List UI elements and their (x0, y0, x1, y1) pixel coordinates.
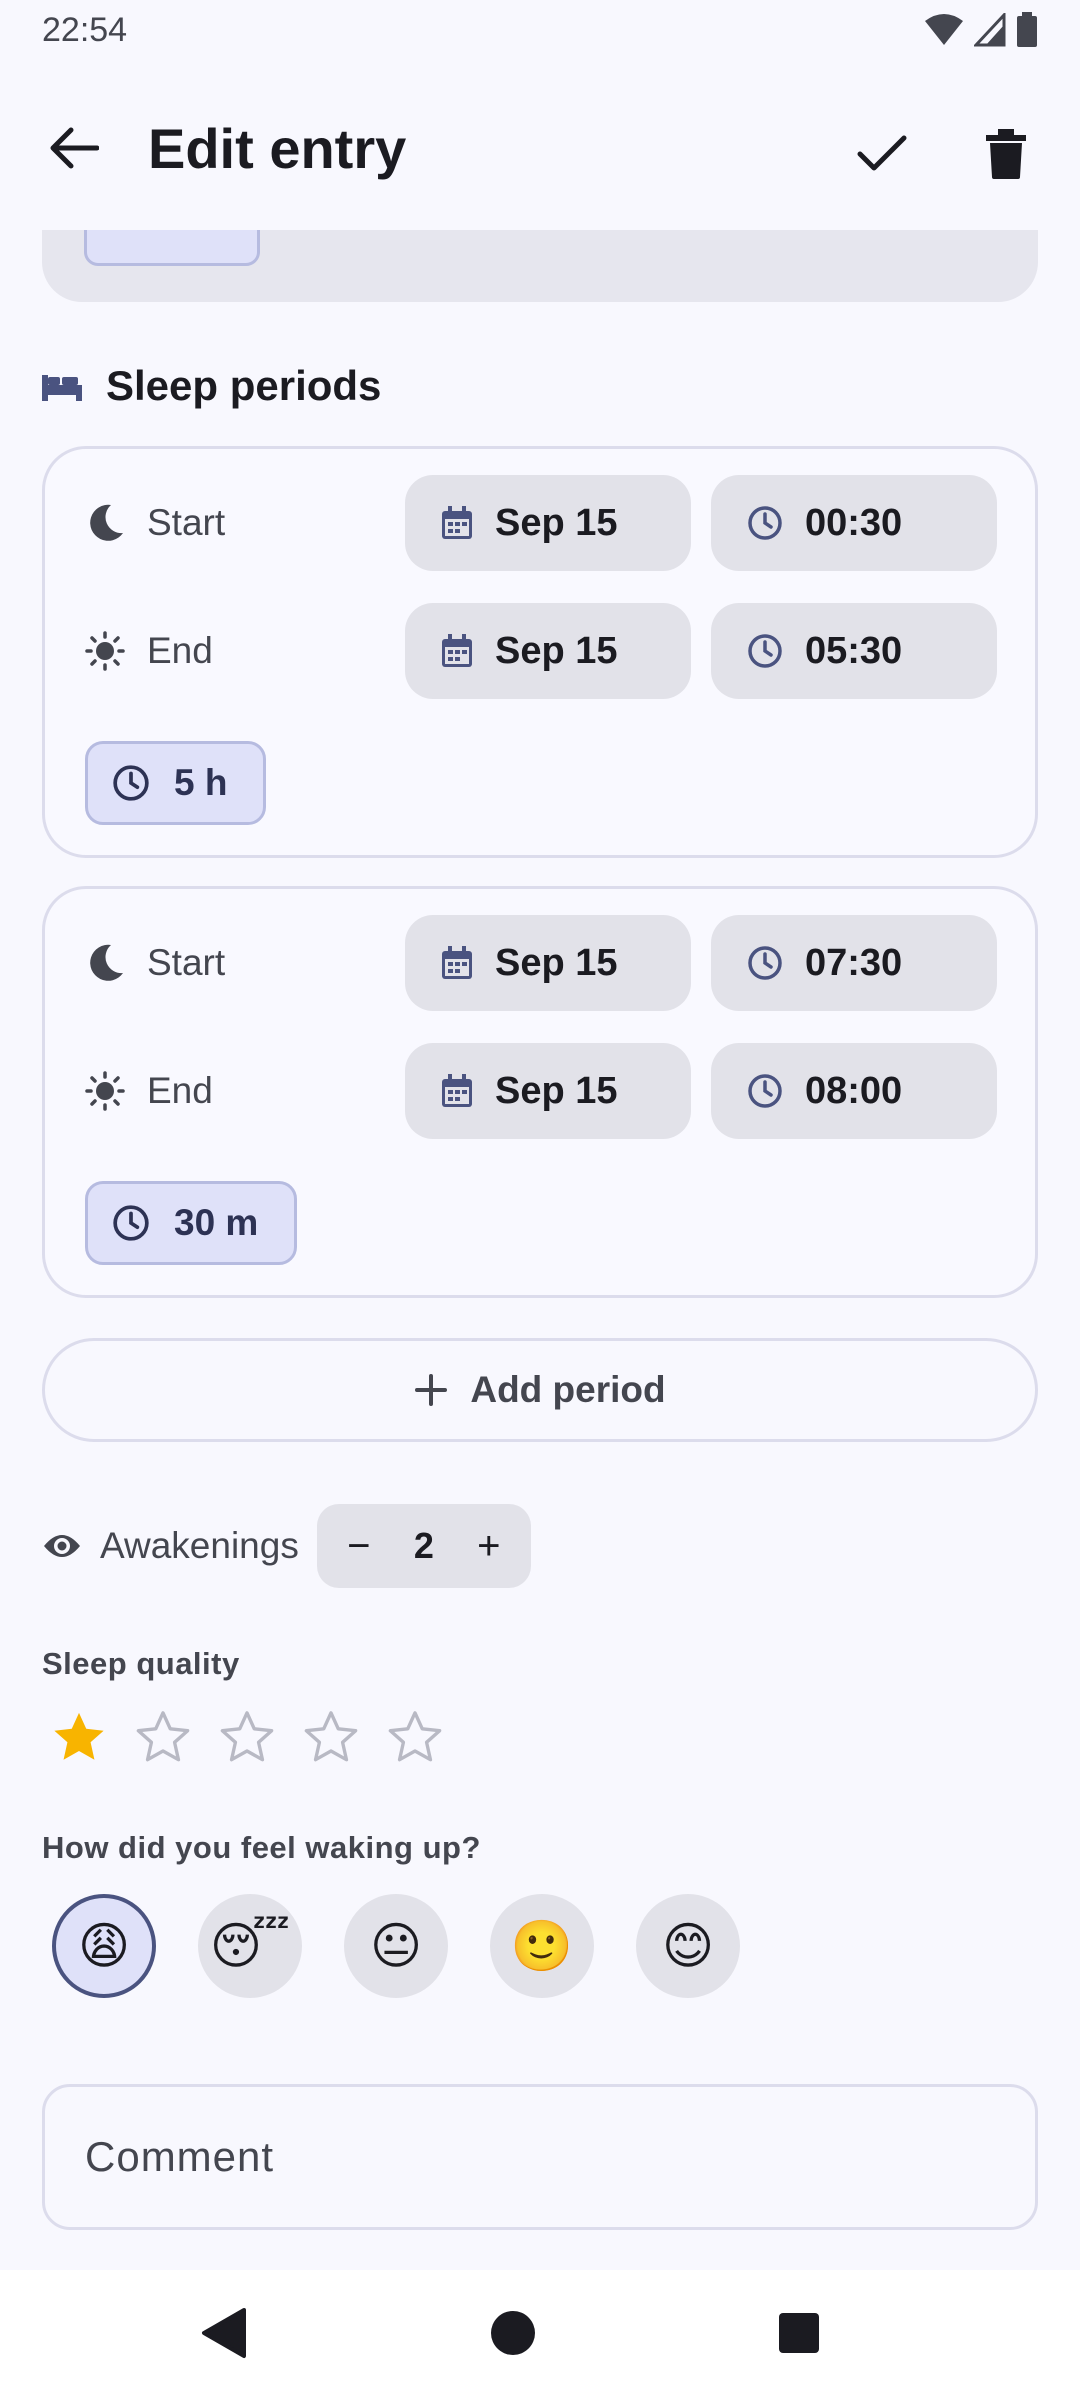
scroll-content[interactable]: Sleep periods Start Sep 15 00:30 End Sep… (0, 230, 1080, 2270)
end-label: End (147, 1070, 213, 1111)
add-period-label: Add period (470, 1369, 666, 1410)
page-title: Edit entry (148, 117, 407, 180)
start-date-button[interactable]: Sep 15 (405, 475, 691, 571)
start-time-button[interactable]: 07:30 (711, 915, 997, 1011)
mood-option[interactable]: 😐 (344, 1894, 448, 1998)
cell-signal-icon (974, 13, 1006, 47)
clock-icon (113, 1205, 149, 1241)
mood-option[interactable]: 😴 (198, 1894, 302, 1998)
clock-icon (748, 1074, 782, 1108)
start-row: Start Sep 15 07:30 (45, 915, 1035, 1011)
sun-icon (85, 631, 125, 671)
clock-icon (748, 634, 782, 668)
awakenings-stepper: − 2 + (316, 1504, 531, 1588)
mood-label: How did you feel waking up? (42, 1830, 481, 1865)
wifi-icon (924, 13, 964, 47)
end-row: End Sep 15 08:00 (45, 1043, 1035, 1139)
start-row: Start Sep 15 00:30 (45, 475, 1035, 571)
decrement-button[interactable]: − (337, 1524, 381, 1568)
calendar-icon (442, 634, 472, 667)
mood-options: 😩 😴 😐 🙂 😊 (52, 1894, 740, 1998)
status-time: 22:54 (42, 10, 128, 49)
add-period-button[interactable]: Add period (42, 1338, 1038, 1442)
end-time-button[interactable]: 08:00 (711, 1043, 997, 1139)
end-date-button[interactable]: Sep 15 (405, 603, 691, 699)
start-label: Start (147, 942, 226, 983)
nav-home-icon[interactable] (490, 2310, 536, 2361)
mood-option[interactable]: 🙂 (490, 1894, 594, 1998)
section-title: Sleep periods (106, 362, 382, 409)
plus-icon (415, 1374, 448, 1406)
sleep-periods-header: Sleep periods (42, 362, 381, 410)
sleep-quality-rating (50, 1708, 444, 1766)
duration-chip: 30 m (85, 1181, 298, 1265)
previous-duration-chip-partial (84, 230, 260, 266)
delete-button[interactable] (970, 118, 1042, 190)
start-time-button[interactable]: 00:30 (711, 475, 997, 571)
status-bar: 22:54 (0, 0, 1080, 60)
awakenings-value: 2 (413, 1525, 434, 1566)
moon-icon (90, 504, 123, 541)
calendar-icon (442, 946, 472, 979)
increment-button[interactable]: + (467, 1524, 511, 1568)
star-outline-icon[interactable] (134, 1708, 192, 1766)
trash-icon (986, 129, 1026, 179)
clock-icon (113, 765, 149, 801)
app-bar: Edit entry (0, 80, 1080, 214)
end-date-button[interactable]: Sep 15 (405, 1043, 691, 1139)
end-row: End Sep 15 05:30 (45, 603, 1035, 699)
nav-recents-icon[interactable] (778, 2312, 820, 2359)
start-date-button[interactable]: Sep 15 (405, 915, 691, 1011)
check-icon (857, 135, 907, 171)
nav-back-icon[interactable] (200, 2306, 248, 2365)
sleep-period-card: Start Sep 15 07:30 End Sep 15 08:00 30 m (42, 886, 1038, 1298)
star-filled-icon[interactable] (50, 1708, 108, 1766)
duration-chip: 5 h (85, 741, 267, 825)
eye-icon (44, 1535, 80, 1557)
clock-icon (748, 946, 782, 980)
awakenings-label: Awakenings (100, 1525, 299, 1566)
clock-icon (748, 506, 782, 540)
system-nav-bar (0, 2270, 1080, 2400)
end-time-button[interactable]: 05:30 (711, 603, 997, 699)
battery-icon (1016, 12, 1038, 48)
arrow-back-icon (50, 127, 99, 169)
end-label: End (147, 630, 213, 671)
bed-icon (42, 375, 82, 401)
comment-placeholder: Comment (85, 2133, 275, 2180)
star-outline-icon[interactable] (218, 1708, 276, 1766)
sleep-quality-label: Sleep quality (42, 1646, 240, 1681)
calendar-icon (442, 506, 472, 539)
comment-field[interactable]: Comment (42, 2084, 1038, 2230)
star-outline-icon[interactable] (386, 1708, 444, 1766)
sun-icon (85, 1071, 125, 1111)
save-button[interactable] (846, 118, 918, 190)
back-button[interactable] (44, 118, 104, 178)
start-label: Start (147, 502, 226, 543)
mood-option[interactable]: 😊 (636, 1894, 740, 1998)
calendar-icon (442, 1074, 472, 1107)
awakenings-row: Awakenings − 2 + (42, 1504, 531, 1588)
mood-option[interactable]: 😩 (52, 1894, 156, 1998)
star-outline-icon[interactable] (302, 1708, 360, 1766)
moon-icon (90, 944, 123, 981)
sleep-period-card: Start Sep 15 00:30 End Sep 15 05:30 5 h (42, 446, 1038, 858)
